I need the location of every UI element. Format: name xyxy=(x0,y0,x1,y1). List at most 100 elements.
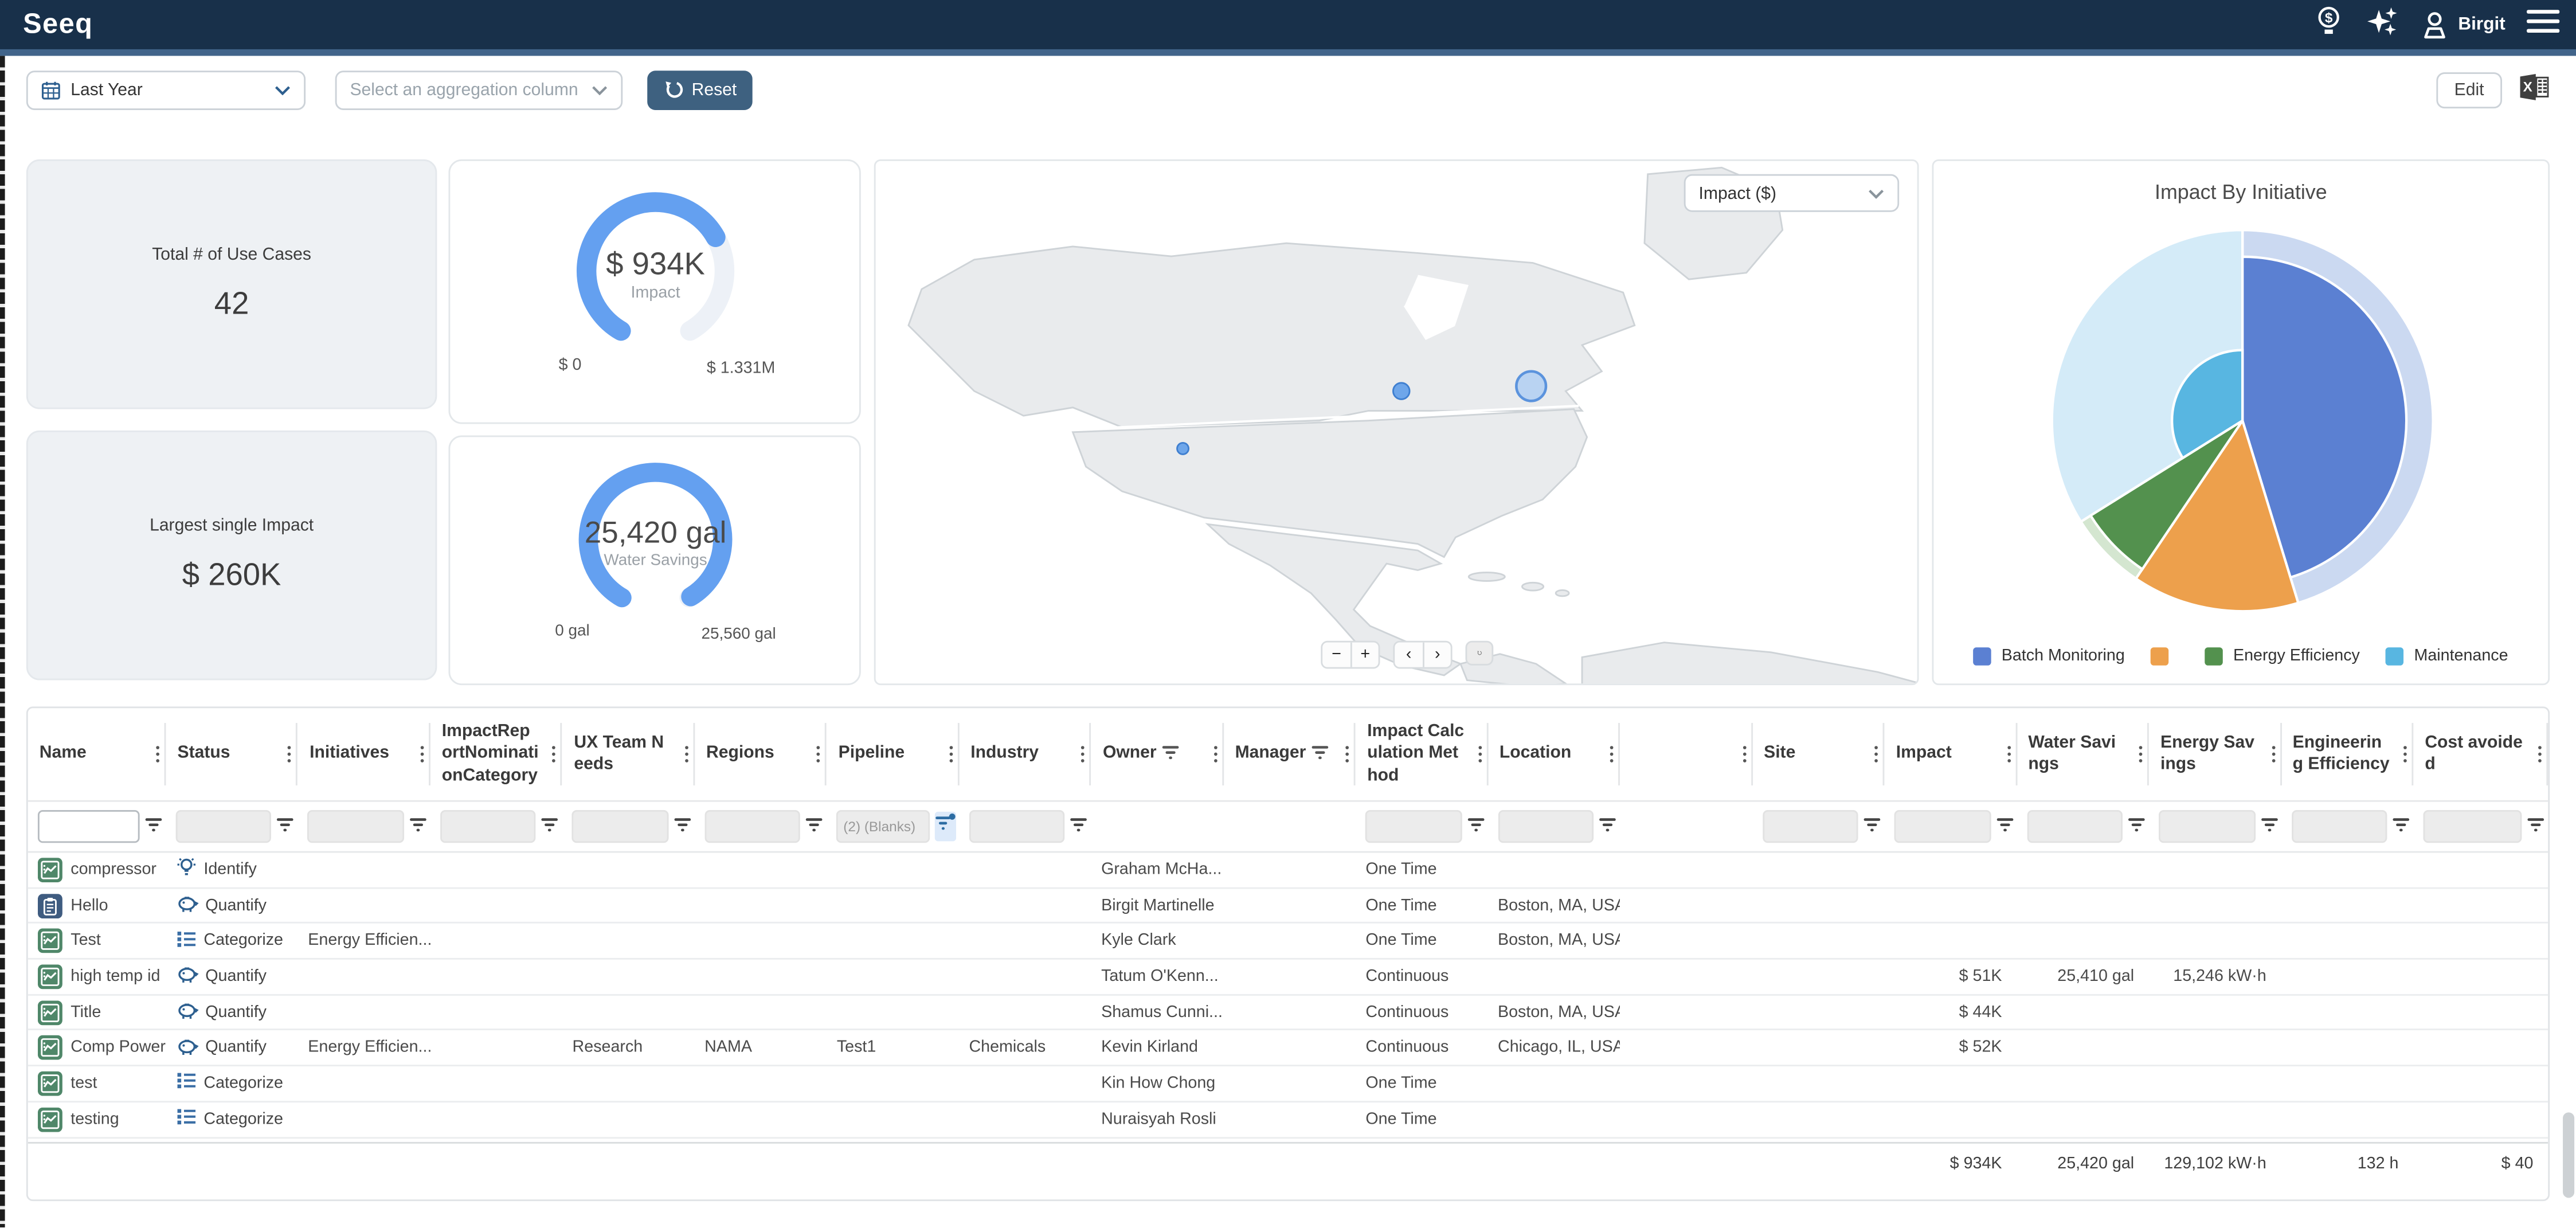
column-header-industry[interactable]: Industry xyxy=(959,708,1091,800)
reset-button[interactable]: Reset xyxy=(647,71,753,110)
column-menu-icon[interactable] xyxy=(685,746,688,762)
column-menu-icon[interactable] xyxy=(949,746,953,762)
column-header-cost_avoided[interactable]: Cost avoided xyxy=(2413,708,2548,800)
column-menu-icon[interactable] xyxy=(2538,746,2542,762)
column-header-ux_team_needs[interactable]: UX Team Needs xyxy=(562,708,695,800)
filter-icon[interactable] xyxy=(1070,812,1089,842)
column-menu-icon[interactable] xyxy=(421,746,424,762)
excel-export-icon[interactable]: X xyxy=(2519,72,2550,109)
table-row[interactable]: HelloQuantifyBirgit MartinelleOne TimeBo… xyxy=(28,889,2548,924)
column-menu-icon[interactable] xyxy=(1082,746,1085,762)
table-row[interactable]: compressorIdentifyGraham McHa...One Time xyxy=(28,852,2548,888)
column-header-status[interactable]: Status xyxy=(166,708,298,800)
column-header-impact_report_nomination_category[interactable]: ImpactReportNominationCategory xyxy=(430,708,563,800)
map-data-point[interactable] xyxy=(1516,371,1546,401)
column-menu-icon[interactable] xyxy=(1478,746,1482,762)
filter-input-impact_report_nomination_category[interactable] xyxy=(440,810,537,843)
filter-input-name[interactable] xyxy=(38,810,140,843)
filter-icon[interactable] xyxy=(409,812,427,842)
column-header-energy_savings[interactable]: Energy Savings xyxy=(2149,708,2281,800)
filter-icon[interactable] xyxy=(674,812,692,842)
hamburger-menu-icon[interactable] xyxy=(2527,7,2559,42)
column-header-engineering_efficiency[interactable]: Engineering Efficiency xyxy=(2281,708,2414,800)
table-row[interactable]: testCategorizeKin How ChongOne Time xyxy=(28,1066,2548,1102)
filter-input-industry[interactable] xyxy=(969,810,1065,843)
map-reset-button[interactable] xyxy=(1466,641,1494,666)
filter-input-ux_team_needs[interactable] xyxy=(573,810,669,843)
filter-icon[interactable] xyxy=(1467,812,1485,842)
north-america-map[interactable] xyxy=(876,161,1919,685)
filter-icon[interactable] xyxy=(2392,812,2410,842)
filter-icon[interactable] xyxy=(1863,812,1881,842)
column-header-manager[interactable]: Manager xyxy=(1224,708,1356,800)
filter-input-water_savings[interactable] xyxy=(2027,810,2123,843)
edit-button[interactable]: Edit xyxy=(2436,72,2502,108)
column-menu-icon[interactable] xyxy=(156,746,159,762)
filter-icon[interactable] xyxy=(2128,812,2146,842)
filter-input-initiatives[interactable] xyxy=(308,810,404,843)
legend-item[interactable]: Energy Efficiency xyxy=(2205,647,2360,666)
column-header-water_savings[interactable]: Water Savings xyxy=(2017,708,2149,800)
aggregation-select[interactable]: Select an aggregation column xyxy=(335,71,623,110)
filter-icon[interactable] xyxy=(934,812,956,842)
legend-item[interactable]: Batch Monitoring xyxy=(1974,647,2125,666)
filter-input-energy_savings[interactable] xyxy=(2159,810,2255,843)
column-header-owner[interactable]: Owner xyxy=(1091,708,1224,800)
column-header-impact[interactable]: Impact xyxy=(1885,708,2017,800)
ai-sparkles-icon[interactable] xyxy=(2366,4,2399,45)
filter-icon[interactable] xyxy=(1599,812,1617,842)
map-data-point[interactable] xyxy=(1177,443,1189,454)
filter-input-engineering_efficiency[interactable] xyxy=(2291,810,2387,843)
filter-input-impact[interactable] xyxy=(1894,810,1991,843)
filter-icon[interactable] xyxy=(144,812,163,842)
map-pan-left-button[interactable]: ‹ xyxy=(1395,643,1423,667)
filter-icon[interactable] xyxy=(1995,812,2014,842)
column-header-name[interactable]: Name xyxy=(28,708,166,800)
column-menu-icon[interactable] xyxy=(1874,746,1878,762)
column-header-site[interactable]: Site xyxy=(1752,708,1885,800)
column-menu-icon[interactable] xyxy=(1213,746,1217,762)
column-menu-icon[interactable] xyxy=(1743,746,1746,762)
table-row[interactable]: TestCategorizeEnergy Efficien...Kyle Cla… xyxy=(28,924,2548,960)
filter-input-location[interactable] xyxy=(1498,810,1594,843)
applied-filter-icon[interactable] xyxy=(1161,740,1180,769)
map-data-point[interactable] xyxy=(1393,383,1410,400)
column-menu-icon[interactable] xyxy=(1346,746,1349,762)
filter-input-cost_avoided[interactable] xyxy=(2423,810,2522,843)
column-header-blank[interactable] xyxy=(1620,708,1752,800)
column-menu-icon[interactable] xyxy=(288,746,292,762)
filter-icon[interactable] xyxy=(2260,812,2278,842)
column-header-pipeline[interactable]: Pipeline xyxy=(827,708,960,800)
column-menu-icon[interactable] xyxy=(1610,746,1614,762)
map-zoom-out-button[interactable]: − xyxy=(1322,643,1350,667)
filter-icon[interactable] xyxy=(805,812,824,842)
filter-input-pipeline[interactable]: (2) (Blanks) xyxy=(837,810,930,843)
column-header-initiatives[interactable]: Initiatives xyxy=(298,708,430,800)
column-header-impact_calculation_method[interactable]: Impact Calculation Method xyxy=(1356,708,1488,800)
filter-input-impact_calculation_method[interactable] xyxy=(1365,810,1462,843)
column-menu-icon[interactable] xyxy=(553,746,556,762)
map-zoom-in-button[interactable]: + xyxy=(1350,643,1379,667)
column-menu-icon[interactable] xyxy=(2271,746,2274,762)
filter-icon[interactable] xyxy=(541,812,559,842)
impact-lightbulb-icon[interactable]: $ xyxy=(2313,4,2344,45)
column-menu-icon[interactable] xyxy=(2403,746,2407,762)
impact-by-initiative-pie[interactable] xyxy=(1933,204,2551,627)
filter-icon[interactable] xyxy=(277,812,295,842)
column-header-location[interactable]: Location xyxy=(1488,708,1620,800)
table-row[interactable]: Comp PowerQuantifyEnergy Efficien...Rese… xyxy=(28,1031,2548,1066)
date-range-select[interactable]: Last Year xyxy=(26,71,306,110)
filter-input-site[interactable] xyxy=(1762,810,1858,843)
table-row[interactable]: TitleQuantifyShamus Cunni...ContinuousBo… xyxy=(28,995,2548,1031)
table-row[interactable]: testingCategorizeNuraisyah RosliOne Time xyxy=(28,1102,2548,1138)
filter-input-regions[interactable] xyxy=(704,810,801,843)
column-menu-icon[interactable] xyxy=(2139,746,2143,762)
filter-input-status[interactable] xyxy=(176,810,272,843)
column-menu-icon[interactable] xyxy=(817,746,820,762)
legend-item[interactable] xyxy=(2151,647,2179,666)
column-header-regions[interactable]: Regions xyxy=(695,708,827,800)
table-row[interactable]: high temp idQuantifyTatum O'Kenn...Conti… xyxy=(28,960,2548,995)
filter-icon[interactable] xyxy=(2527,812,2545,842)
user-menu[interactable]: Birgit xyxy=(2420,9,2505,40)
map-pan-right-button[interactable]: › xyxy=(1423,643,1451,667)
